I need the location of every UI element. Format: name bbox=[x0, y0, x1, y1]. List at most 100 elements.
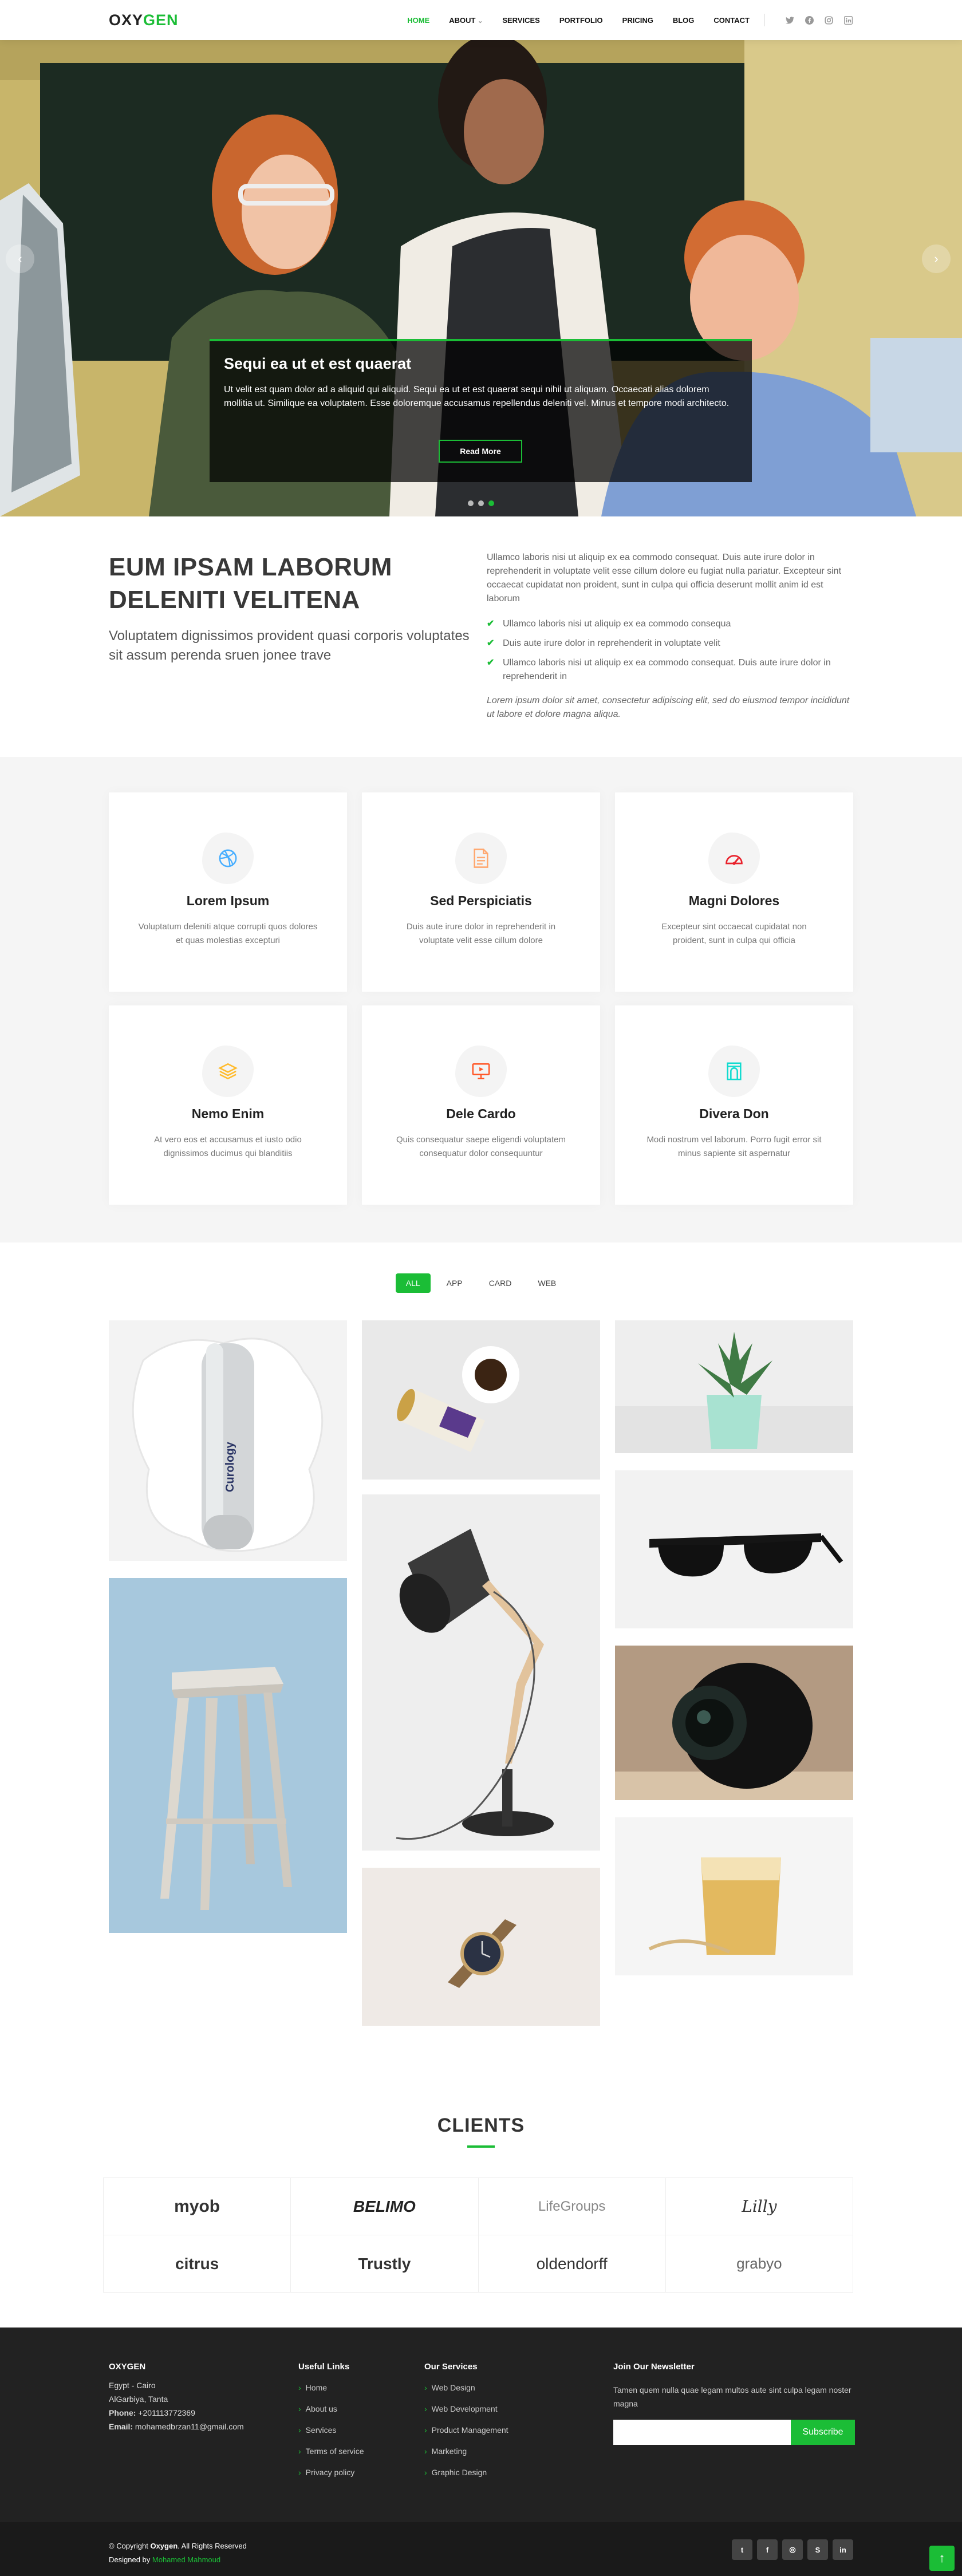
nav-home[interactable]: HOME bbox=[407, 16, 429, 25]
filter-web[interactable]: WEB bbox=[527, 1273, 566, 1293]
footer-link[interactable]: › Services bbox=[298, 2425, 413, 2435]
subscribe-button[interactable]: Subscribe bbox=[791, 2420, 855, 2445]
footer-link[interactable]: › Web Design bbox=[424, 2383, 596, 2392]
client-logo[interactable]: grabyo bbox=[665, 2235, 853, 2293]
client-logo[interactable]: LifeGroups bbox=[478, 2178, 666, 2235]
footer-link[interactable]: › Home bbox=[298, 2383, 413, 2392]
footer-link[interactable]: › Graphic Design bbox=[424, 2468, 596, 2477]
client-logo[interactable]: myob bbox=[104, 2178, 291, 2235]
client-name: oldendorff bbox=[536, 2254, 608, 2273]
service-title: Divera Don bbox=[699, 1106, 769, 1121]
footer-link[interactable]: › Product Management bbox=[424, 2425, 596, 2435]
client-logo[interactable]: Lilly bbox=[665, 2178, 853, 2235]
carousel-prev-button[interactable]: ‹ bbox=[6, 244, 34, 273]
client-logo[interactable]: Trustly bbox=[291, 2235, 479, 2293]
footer-link[interactable]: › Terms of service bbox=[298, 2447, 413, 2456]
bottle-label: Curology bbox=[224, 1441, 236, 1492]
footer-link-label: Graphic Design bbox=[431, 2468, 487, 2477]
hero-caption: Sequi ea ut et est quaerat Ut velit est … bbox=[210, 339, 752, 482]
service-title: Nemo Enim bbox=[191, 1106, 265, 1121]
client-name: grabyo bbox=[736, 2255, 782, 2272]
check-text: Duis aute irure dolor in reprehenderit i… bbox=[503, 638, 720, 648]
footer-link[interactable]: › About us bbox=[298, 2404, 413, 2413]
filter-all[interactable]: ALL bbox=[395, 1273, 431, 1293]
nav-blog[interactable]: BLOG bbox=[673, 16, 695, 25]
portfolio-item-bottle[interactable]: Curology bbox=[109, 1320, 347, 1561]
portfolio-item-lamp[interactable] bbox=[362, 1494, 600, 1851]
footer-link-label: Services bbox=[305, 2425, 337, 2435]
client-name: LifeGroups bbox=[538, 2198, 606, 2214]
check-text: Ullamco laboris nisi ut aliquip ex ea co… bbox=[503, 619, 731, 629]
service-text: Modi nostrum vel laborum. Porro fugit er… bbox=[646, 1135, 822, 1158]
service-card[interactable]: Dele Cardo Quis consequatur saepe eligen… bbox=[362, 1005, 600, 1205]
footer-link[interactable]: › Web Development bbox=[424, 2404, 596, 2413]
clients-section: CLIENTS myob BELIMO LifeGroups Lilly cit… bbox=[0, 2056, 962, 2328]
portfolio-item-sunglasses[interactable] bbox=[615, 1470, 853, 1628]
about-check-list: ✔ Ullamco laboris nisi ut aliquip ex ea c… bbox=[487, 617, 853, 684]
nav-about[interactable]: ABOUT ⌄ bbox=[449, 16, 483, 25]
slideshow-icon bbox=[455, 1046, 507, 1097]
filter-app[interactable]: APP bbox=[436, 1273, 473, 1293]
portfolio-item-stool[interactable] bbox=[109, 1578, 347, 1933]
nav-portfolio[interactable]: PORTFOLIO bbox=[559, 16, 603, 25]
portfolio-item-tin[interactable] bbox=[362, 1320, 600, 1480]
portfolio-item-plant[interactable] bbox=[615, 1320, 853, 1453]
service-card[interactable]: Magni Dolores Excepteur sint occaecat cu… bbox=[615, 792, 853, 992]
chevron-right-icon: › bbox=[424, 2468, 427, 2477]
chevron-right-icon: › bbox=[298, 2468, 301, 2477]
twitter-icon[interactable]: t bbox=[732, 2539, 752, 2560]
chevron-right-icon: › bbox=[424, 2425, 427, 2435]
client-logo[interactable]: BELIMO bbox=[291, 2178, 479, 2235]
footer-link-label: About us bbox=[305, 2404, 337, 2413]
back-to-top-button[interactable]: ↑ bbox=[929, 2546, 955, 2571]
about-section: EUM IPSAM LABORUM DELENITI VELITENA Volu… bbox=[0, 516, 962, 757]
service-text: Quis consequatur saepe eligendi voluptat… bbox=[396, 1135, 566, 1158]
about-title: EUM IPSAM LABORUM DELENITI VELITENA bbox=[109, 553, 392, 614]
facebook-icon[interactable] bbox=[804, 15, 814, 25]
carousel-dot[interactable] bbox=[468, 500, 474, 506]
nav-services[interactable]: SERVICES bbox=[502, 16, 540, 25]
footer-email: Email: mohamedbrzan11@gmail.com bbox=[109, 2420, 281, 2433]
client-name: BELIMO bbox=[353, 2197, 416, 2215]
portfolio-item-lens[interactable] bbox=[615, 1646, 853, 1800]
filter-card[interactable]: CARD bbox=[479, 1273, 522, 1293]
service-card[interactable]: Sed Perspiciatis Duis aute irure dolor i… bbox=[362, 792, 600, 992]
designer-link[interactable]: Mohamed Mahmoud bbox=[152, 2555, 220, 2564]
nav-pricing[interactable]: PRICING bbox=[622, 16, 653, 25]
linkedin-icon[interactable] bbox=[843, 15, 853, 25]
portfolio-section: ALL APP CARD WEB Curology bbox=[0, 1242, 962, 2056]
newsletter-email-input[interactable] bbox=[613, 2420, 791, 2445]
read-more-button[interactable]: Read More bbox=[439, 440, 522, 463]
client-logo[interactable]: oldendorff bbox=[478, 2235, 666, 2293]
logo[interactable]: OXYGEN bbox=[109, 11, 179, 29]
hero-title: Sequi ea ut et est quaerat bbox=[224, 355, 412, 372]
skype-icon[interactable]: S bbox=[807, 2539, 828, 2560]
portfolio-item-watch[interactable] bbox=[362, 1868, 600, 2026]
service-card[interactable]: Nemo Enim At vero eos et accusamus et iu… bbox=[109, 1005, 347, 1205]
carousel-dot[interactable] bbox=[478, 500, 484, 506]
email-value: mohamedbrzan11@gmail.com bbox=[133, 2422, 244, 2431]
footer-address-1: Egypt - Cairo bbox=[109, 2381, 156, 2390]
footer-link[interactable]: › Marketing bbox=[424, 2447, 596, 2456]
instagram-icon[interactable] bbox=[823, 15, 834, 25]
facebook-icon[interactable]: f bbox=[757, 2539, 778, 2560]
service-text: At vero eos et accusamus et iusto odio d… bbox=[154, 1135, 302, 1158]
portfolio-item-glass[interactable] bbox=[615, 1817, 853, 1975]
service-card[interactable]: Lorem Ipsum Voluptatum deleniti atque co… bbox=[109, 792, 347, 992]
twitter-icon[interactable] bbox=[784, 15, 795, 25]
footer-link[interactable]: › Privacy policy bbox=[298, 2468, 413, 2477]
service-title: Sed Perspiciatis bbox=[430, 893, 532, 908]
service-card[interactable]: Divera Don Modi nostrum vel laborum. Por… bbox=[615, 1005, 853, 1205]
linkedin-icon[interactable]: in bbox=[833, 2539, 853, 2560]
service-title: Magni Dolores bbox=[688, 893, 780, 908]
client-logo[interactable]: citrus bbox=[104, 2235, 291, 2293]
nav-contact[interactable]: CONTACT bbox=[713, 16, 750, 25]
carousel-next-button[interactable]: › bbox=[922, 244, 951, 273]
site-header: OXYGEN HOME ABOUT ⌄ SERVICES PORTFOLIO P… bbox=[0, 0, 962, 40]
carousel-dot-active[interactable] bbox=[488, 500, 494, 506]
chevron-right-icon: › bbox=[298, 2425, 301, 2435]
client-name: Trustly bbox=[358, 2254, 411, 2273]
footer-heading: Join Our Newsletter bbox=[613, 2362, 695, 2372]
client-name: myob bbox=[174, 2196, 220, 2216]
instagram-icon[interactable]: ◎ bbox=[782, 2539, 803, 2560]
